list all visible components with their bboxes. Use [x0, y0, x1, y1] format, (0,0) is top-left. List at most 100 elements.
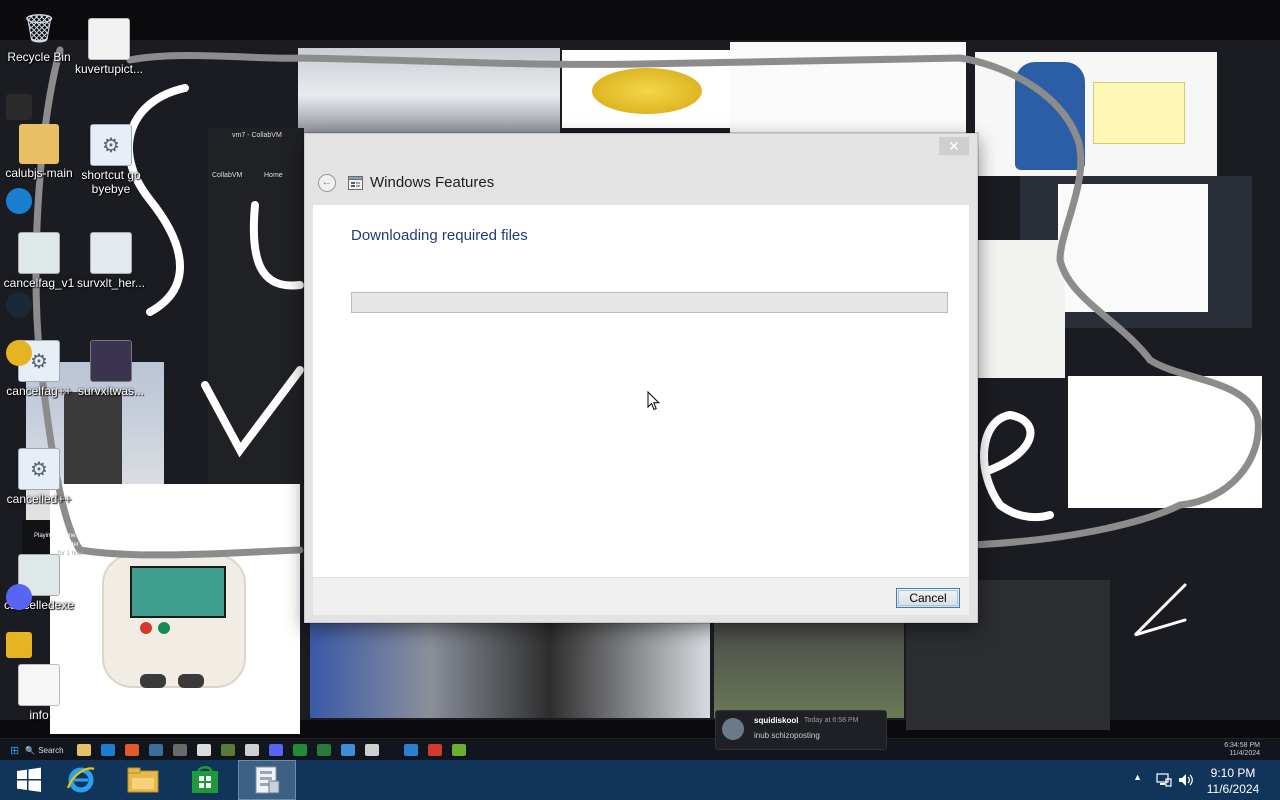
close-icon: ✕ — [948, 138, 960, 154]
volume-icon[interactable] — [1178, 772, 1194, 788]
folder-icon — [19, 124, 59, 164]
back-button[interactable]: ← — [318, 174, 336, 192]
taskbar-time: 9:10 PM — [1210, 766, 1256, 780]
wallpaper-steam-icon — [6, 292, 32, 318]
desktop-icon-cancelfag-v1[interactable]: cancelfag_v1 — [0, 232, 78, 290]
taskbar-date: 11/6/2024 — [1206, 782, 1260, 796]
wallpaper-taskbar-app-icon — [268, 744, 283, 756]
start-button[interactable] — [0, 760, 58, 800]
wallpaper-taskbar-app-icon — [196, 744, 211, 756]
cancel-button-label: Cancel — [909, 591, 947, 605]
desktop-icon-calubjs-main[interactable]: calubjs-main — [0, 124, 78, 180]
wallpaper-browser-tab: vm7 - CollabVM — [232, 132, 282, 139]
wallpaper-robot-image — [975, 240, 1065, 378]
wallpaper-taskbar-app-icon — [316, 744, 331, 756]
wallpaper-yellow-image — [562, 50, 730, 128]
wallpaper-inner-search-label: Search — [38, 745, 64, 755]
wallpaper-car-image — [298, 48, 560, 134]
document-file-icon — [90, 232, 132, 274]
desktop-icon-label: cancelfag++ — [6, 384, 72, 398]
wallpaper-game-status: Playing a game: Blender for 1 hour — [34, 532, 84, 559]
wallpaper-taskbar-app-icon — [403, 744, 418, 756]
taskbar: ▲ 9:10 PM 11/6/2024 — [0, 760, 1280, 800]
desktop-icon-label: survxltwas... — [77, 384, 144, 398]
desktop-icon-cancelled-plusplus[interactable]: ⚙ cancelled++ — [0, 448, 78, 506]
windows-features-dialog: ✕ ← Windows Features Downloading require… — [304, 133, 978, 623]
windows-logo-icon — [17, 767, 41, 792]
wallpaper-chat-avatar — [722, 718, 744, 740]
wallpaper-taskbar-app-icon — [76, 744, 91, 756]
download-progress-bar — [351, 292, 948, 313]
settings-file-icon: ⚙ — [18, 448, 60, 490]
wallpaper-geometry-icon — [6, 632, 32, 658]
taskbar-clock[interactable]: 9:10 PM 11/6/2024 — [1198, 765, 1268, 797]
windows-features-icon — [348, 176, 363, 190]
wallpaper-taskbar-app-icon — [364, 744, 379, 756]
wallpaper-taskbar-app-icon — [148, 744, 163, 756]
wallpaper-inner-search: 🔍 Search — [25, 746, 63, 755]
wallpaper-taskbar-app-icon — [292, 744, 307, 756]
text-file-icon — [18, 664, 60, 706]
wallpaper-cartoon-image — [730, 42, 966, 134]
image-file-icon — [18, 232, 60, 274]
show-hidden-icons-button[interactable]: ▲ — [1133, 772, 1142, 782]
desktop-icon-label: survxlt_her... — [76, 276, 146, 290]
wallpaper-chat-popup: squidiskool Today at 6:58 PM inub schizo… — [715, 710, 887, 750]
wallpaper-discord-icon — [6, 584, 32, 610]
desktop-icon-info[interactable]: info — [0, 664, 78, 722]
wallpaper-taskbar-app-icon — [172, 744, 187, 756]
desktop-icon-label: shortcut go byebye — [81, 168, 141, 196]
cancel-button[interactable]: Cancel — [896, 588, 960, 608]
wallpaper-inner-date: 11/4/2024 — [1229, 750, 1260, 757]
desktop-icon-shortcut-go-byebye[interactable]: ⚙ shortcut go byebye — [72, 124, 150, 196]
image-file-icon — [88, 18, 130, 60]
image-file-icon — [90, 340, 132, 382]
wallpaper-browser-fragment: vm7 - CollabVM CollabVM Home — [212, 130, 304, 179]
internet-explorer-icon — [66, 767, 95, 793]
windows-features-app-icon — [255, 766, 280, 794]
network-icon[interactable] — [1156, 772, 1172, 788]
wallpaper-chat-message: inub schizoposting — [754, 731, 820, 740]
desktop-icon-label: Recycle Bin — [7, 50, 71, 64]
wallpaper-browser-home: Home — [264, 172, 283, 179]
desktop-icon-kuvertupict[interactable]: kuvertupict... — [70, 18, 148, 76]
wallpaper-game-name: Blender — [58, 542, 79, 548]
wallpaper-sketch-image — [1068, 376, 1262, 508]
taskbar-internet-explorer[interactable] — [52, 760, 110, 800]
folder-icon — [127, 767, 159, 793]
wallpaper-chrome-icon — [6, 340, 32, 366]
wallpaper-taskbar-app-icon — [220, 744, 235, 756]
wallpaper-chat-time: Today at 6:58 PM — [804, 717, 859, 724]
wallpaper-taskbar-app-icon — [124, 744, 139, 756]
dialog-footer: Cancel — [313, 577, 969, 615]
wallpaper-cars-collage-image — [310, 622, 710, 718]
desktop-icon-survxlt-her[interactable]: survxlt_her... — [72, 232, 150, 290]
wallpaper-plush-image — [50, 484, 300, 734]
desktop-icon-recycle-bin[interactable]: 🗑 Recycle Bin — [0, 8, 78, 65]
wallpaper-game-status-label: Playing a game: — [34, 533, 78, 539]
wallpaper-epic-games-icon — [6, 94, 32, 120]
taskbar-store[interactable] — [176, 760, 234, 800]
taskbar-windows-features[interactable] — [238, 760, 296, 800]
wallpaper-search-icon: 🔍 — [25, 745, 36, 755]
dialog-title: Windows Features — [370, 174, 495, 191]
wallpaper-cat-image — [975, 52, 1217, 176]
recycle-bin-icon: 🗑 — [21, 12, 57, 44]
close-button[interactable]: ✕ — [939, 137, 969, 155]
desktop-icon-label: cancelfag_v1 — [3, 276, 75, 290]
wallpaper-inner-clock: 6:34:58 PM 11/4/2024 — [1224, 742, 1260, 758]
wallpaper-taskbar-app-icon — [427, 744, 442, 756]
back-arrow-icon: ← — [321, 176, 333, 188]
wallpaper-inner-time: 6:34:58 PM — [1224, 742, 1260, 749]
mouse-pointer-icon — [647, 391, 661, 411]
desktop-icon-label: kuvertupict... — [74, 62, 144, 76]
dialog-content: Downloading required files — [313, 205, 969, 577]
download-status-heading: Downloading required files — [351, 227, 528, 244]
wallpaper-taskbar-app-icon — [451, 744, 466, 756]
taskbar-file-explorer[interactable] — [114, 760, 172, 800]
desktop-icon-survxltwas[interactable]: survxltwas... — [72, 340, 150, 398]
wallpaper-inner-taskbar: ⊞ 🔍 Search 6:34:58 PM 11/4/2024 — [0, 738, 1280, 761]
desktop-icon-label: calubjs-main — [5, 166, 73, 180]
wallpaper-chat-user: squidiskool — [754, 716, 799, 725]
wallpaper-windows-logo-icon: ⊞ — [10, 744, 20, 757]
